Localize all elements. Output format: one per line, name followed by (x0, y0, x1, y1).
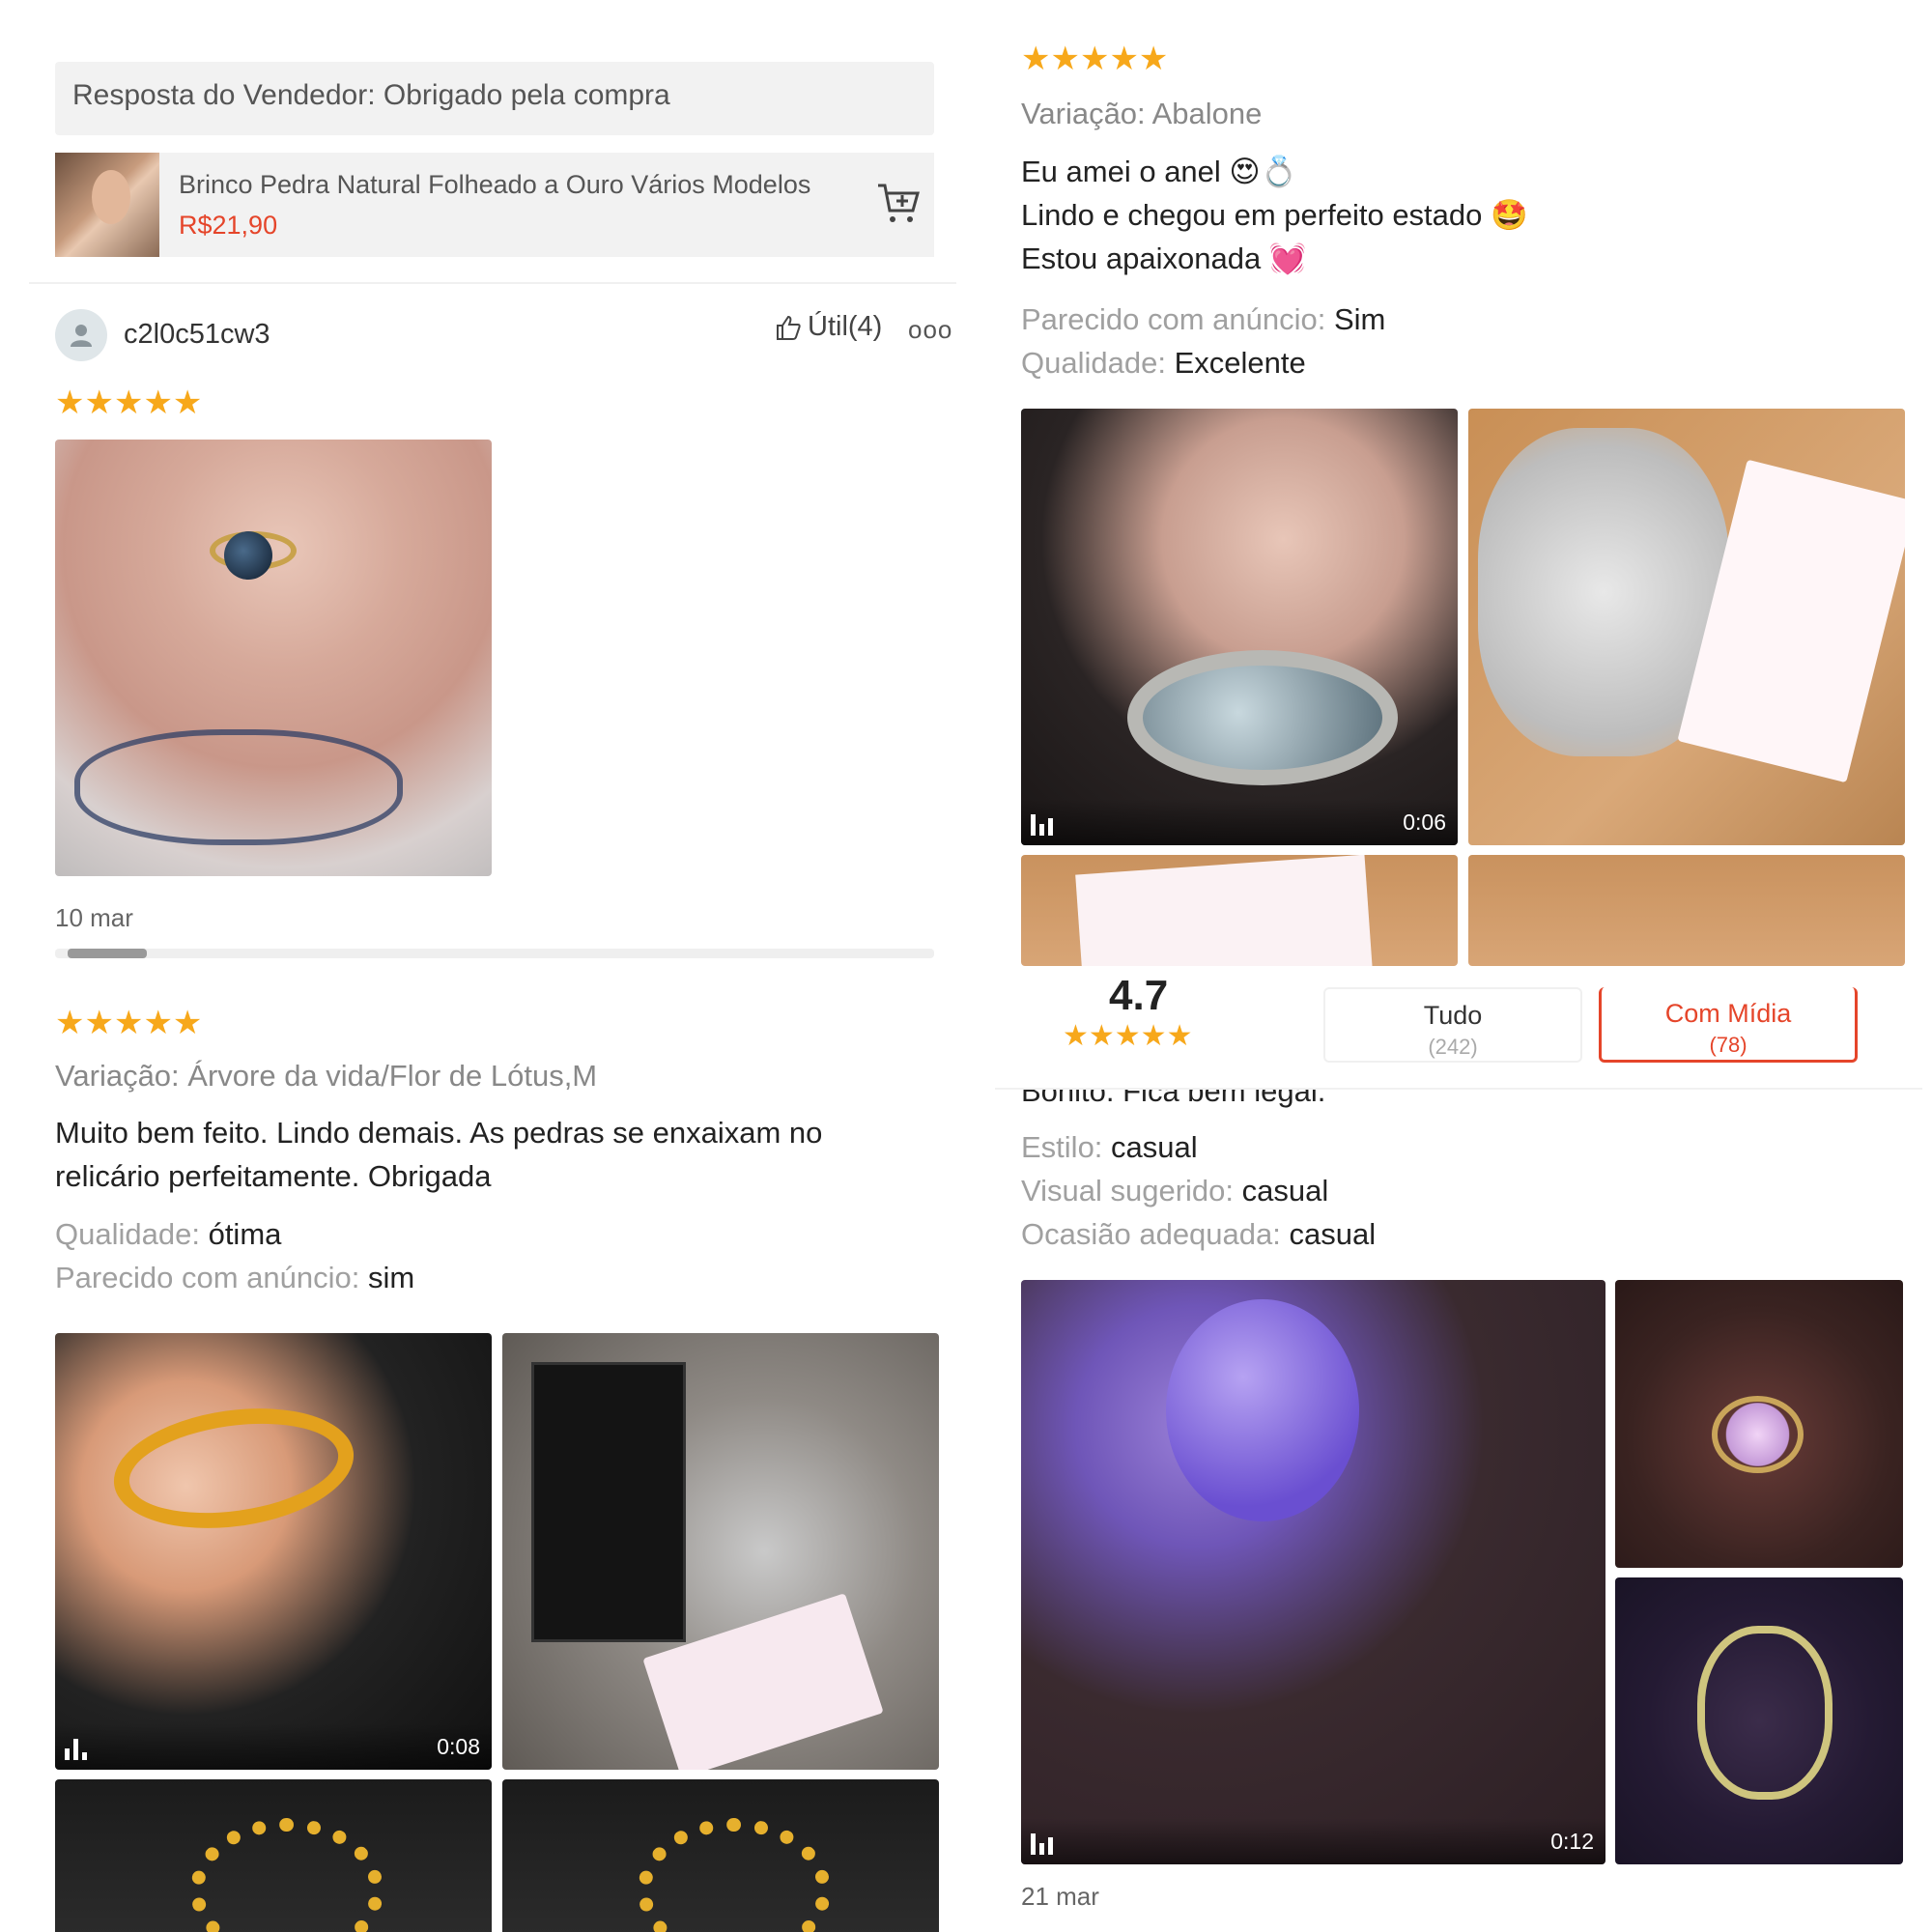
product-thumbnail[interactable] (55, 153, 159, 257)
review-photo[interactable] (1615, 1577, 1903, 1864)
review-text-line: Estou apaixonada 💓 (1021, 242, 1307, 275)
cart-add-icon[interactable] (876, 182, 923, 226)
review-photo[interactable] (55, 440, 492, 876)
tab-all[interactable]: Tudo (242) (1323, 987, 1582, 1063)
thumbs-up-icon (777, 315, 801, 340)
divider (29, 282, 956, 284)
user-icon (71, 325, 92, 347)
star-rating: ★★★★★ (1021, 41, 1169, 77)
review-date: 21 mar (1021, 1882, 1099, 1911)
review-attribute: Qualidade: ótima (55, 1217, 282, 1251)
helpful-button[interactable]: Útil(4) (775, 311, 882, 343)
tab-with-media[interactable]: Com Mídia (78) (1599, 987, 1858, 1063)
review-panel-top-left: Resposta do Vendedor: Obrigado pela comp… (29, 0, 956, 966)
scrollbar-track[interactable] (55, 949, 934, 958)
review-photo[interactable] (502, 1779, 939, 1932)
video-duration: 0:08 (437, 1734, 480, 1759)
seller-reply: Resposta do Vendedor: Obrigado pela comp… (55, 62, 934, 135)
review-attribute: Parecido com anúncio: sim (55, 1261, 415, 1294)
review-text-line: Lindo e chegou em perfeito estado 🤩 (1021, 198, 1528, 232)
more-options-button[interactable]: ooo (908, 315, 952, 345)
review-photo[interactable] (502, 1333, 939, 1770)
video-duration: 0:12 (1550, 1829, 1594, 1854)
product-price: R$21,90 (179, 211, 278, 240)
review-video[interactable]: 0:06 (1021, 409, 1458, 845)
review-attribute: Qualidade: Excelente (1021, 346, 1306, 380)
review-photo[interactable] (1615, 1280, 1903, 1568)
review-panel-top-right: ★★★★★ Variação: Abalone Eu amei o anel 😍… (995, 0, 1922, 966)
review-panel-bottom-right: Bonito. Fica bem legal. 4.7 ★★★★★ Tudo (… (995, 966, 1922, 1932)
review-attribute: Parecido com anúncio: Sim (1021, 302, 1386, 336)
rating-summary-bar: 4.7 ★★★★★ Tudo (242) Com Mídia (78) (995, 966, 1922, 1090)
product-name: Brinco Pedra Natural Folheado a Ouro Vár… (179, 170, 811, 199)
review-video[interactable]: 0:12 (1021, 1280, 1605, 1864)
review-photo[interactable] (1021, 855, 1458, 966)
username[interactable]: c2l0c51cw3 (124, 319, 270, 351)
review-text-line: Muito bem feito. Lindo demais. As pedras… (55, 1116, 823, 1150)
review-attribute: Visual sugerido: casual (1021, 1174, 1329, 1208)
average-rating: 4.7 (1109, 972, 1169, 1019)
review-date: 10 mar (55, 903, 133, 932)
review-video[interactable]: 0:08 (55, 1333, 492, 1770)
review-attribute: Ocasião adequada: casual (1021, 1217, 1377, 1251)
avatar[interactable] (55, 309, 107, 361)
video-icon (1031, 1830, 1060, 1855)
review-attribute: Estilo: casual (1021, 1130, 1198, 1164)
video-duration: 0:06 (1403, 810, 1446, 835)
star-rating: ★★★★★ (55, 1005, 203, 1041)
review-photo[interactable] (1468, 409, 1905, 845)
helpful-label: Útil(4) (808, 311, 883, 342)
product-card[interactable]: Brinco Pedra Natural Folheado a Ouro Vár… (55, 153, 934, 257)
review-text-line: relicário perfeitamente. Obrigada (55, 1159, 492, 1193)
average-stars: ★★★★★ (1063, 1020, 1193, 1052)
review-variation: Variação: Árvore da vida/Flor de Lótus,M (55, 1059, 598, 1093)
review-photo[interactable] (55, 1779, 492, 1932)
scrollbar-thumb[interactable] (68, 949, 147, 958)
review-text-line: Eu amei o anel 😍💍 (1021, 155, 1298, 188)
video-icon (65, 1735, 94, 1760)
video-icon (1031, 810, 1060, 836)
review-panel-bottom-left: ★★★★★ Variação: Árvore da vida/Flor de L… (29, 966, 956, 1932)
review-photo[interactable] (1468, 855, 1905, 966)
review-variation: Variação: Abalone (1021, 97, 1263, 130)
star-rating: ★★★★★ (55, 384, 203, 421)
